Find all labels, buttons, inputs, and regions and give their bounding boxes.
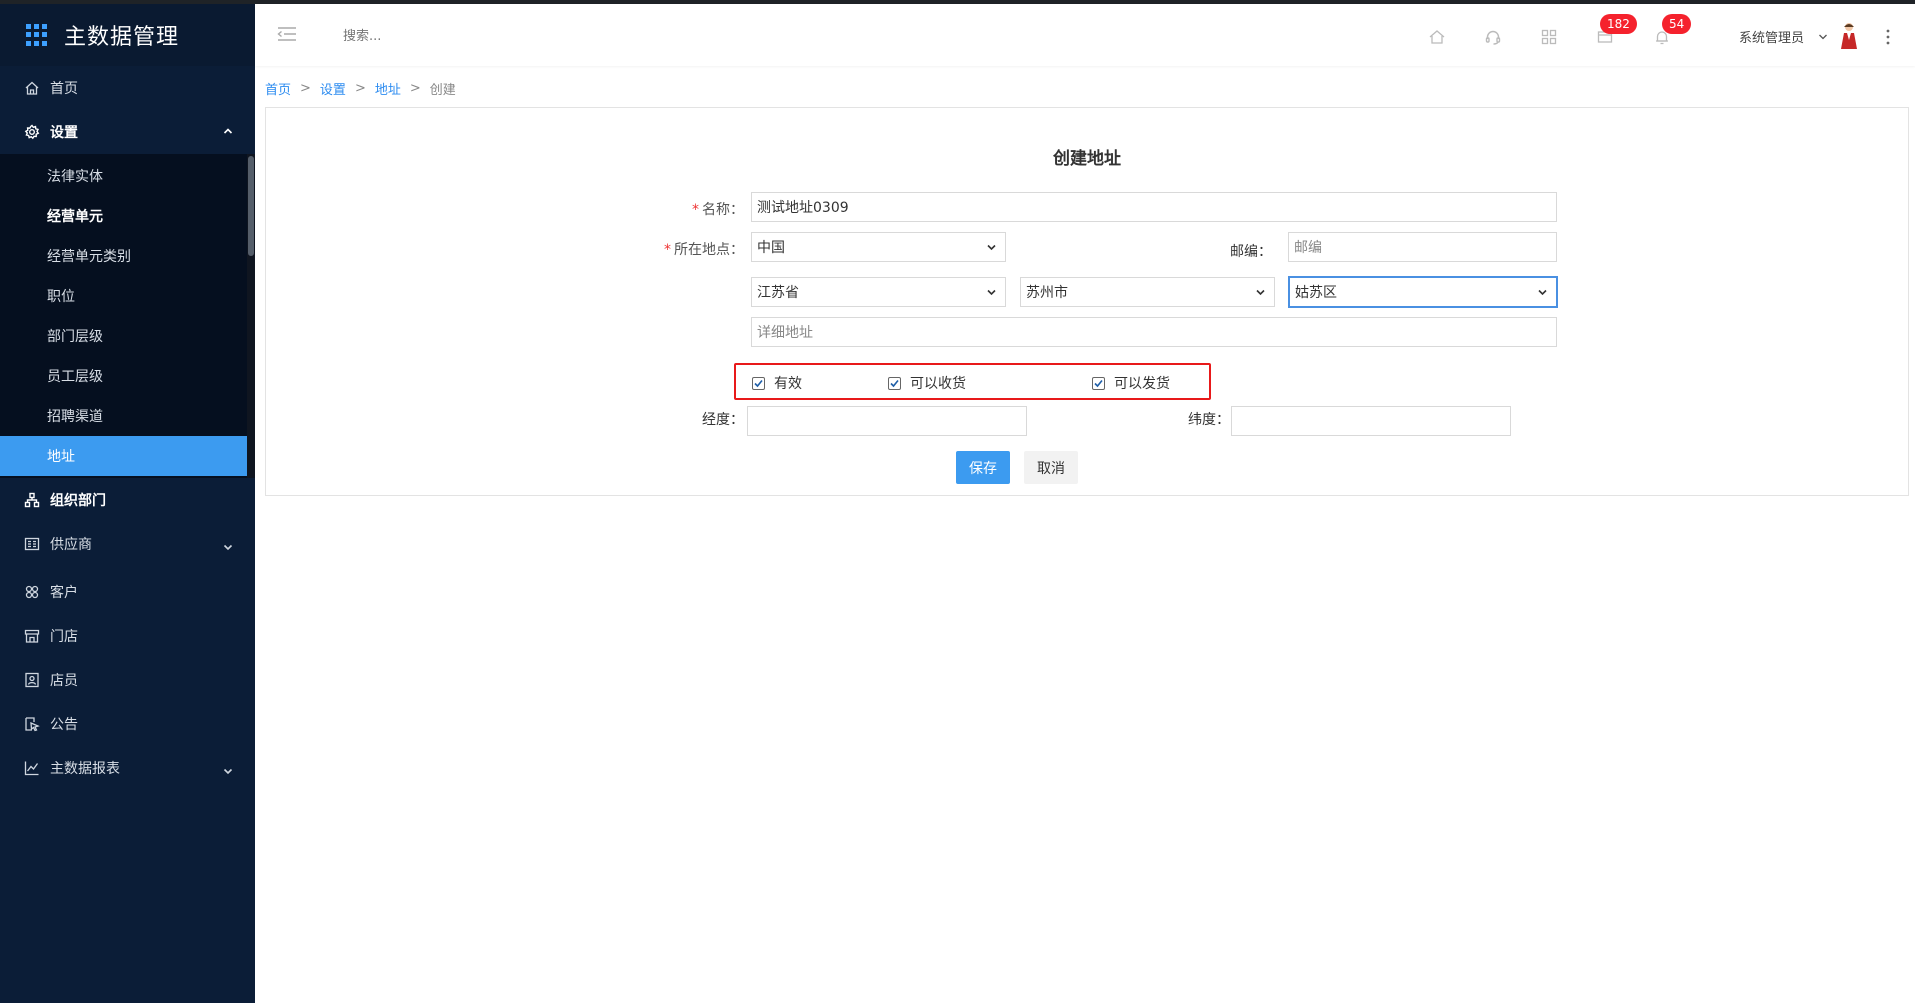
sidebar: 主数据管理 首页 设置 法律实体 经营单元 经营单元类别 职位 部门层级 员工层…: [0, 4, 255, 1003]
latitude-label: 纬度：: [1188, 412, 1230, 428]
chevron-down-icon: [1538, 289, 1547, 295]
menu-fold-icon[interactable]: [277, 26, 297, 42]
app-title: 主数据管理: [64, 25, 180, 50]
notifications-badge: 54: [1662, 14, 1692, 34]
home-icon[interactable]: [1428, 28, 1446, 46]
chevron-down-icon: [223, 544, 233, 551]
sidebar-item-label: 供应商: [50, 537, 92, 553]
sidebar-subitem-legal-entity[interactable]: 法律实体: [0, 156, 255, 196]
settings-submenu: 法律实体 经营单元 经营单元类别 职位 部门层级 员工层级 招聘渠道 地址: [0, 154, 255, 478]
app-logo[interactable]: 主数据管理: [0, 4, 255, 66]
breadcrumb-separator: >: [300, 81, 311, 96]
chevron-down-icon: [987, 244, 996, 250]
sidebar-item-label: 组织部门: [50, 493, 106, 509]
cancel-button[interactable]: 取消: [1024, 451, 1078, 484]
checkbox-box[interactable]: [888, 376, 901, 390]
breadcrumb-separator: >: [409, 81, 421, 96]
gear-icon: [24, 124, 40, 140]
chart-icon: [24, 760, 40, 776]
org-tree-icon: [24, 492, 40, 508]
chevron-down-icon: [223, 768, 233, 775]
chevron-down-icon[interactable]: [1818, 32, 1828, 42]
location-label: * 所在地点：: [664, 242, 744, 258]
breadcrumb-separator: >: [354, 81, 366, 96]
check-icon: [890, 379, 899, 387]
name-input[interactable]: 测试地址0309: [751, 192, 1557, 222]
customer-icon: [24, 584, 40, 600]
checkbox-label: 有效: [774, 376, 802, 392]
supplier-icon: [24, 536, 40, 552]
postcode-input[interactable]: 邮编: [1288, 232, 1557, 262]
checkbox-label: 可以发货: [1114, 376, 1170, 392]
sidebar-subitem-department-level[interactable]: 部门层级: [0, 316, 255, 356]
user-name[interactable]: 系统管理员: [1739, 27, 1804, 46]
top-header: 182 54 系统管理员: [255, 4, 1915, 66]
staff-icon: [24, 672, 40, 688]
checkbox-valid[interactable]: 有效: [752, 373, 802, 393]
chevron-down-icon: [1256, 289, 1265, 295]
messages-badge: 182: [1600, 14, 1637, 34]
home-icon: [24, 80, 40, 96]
sidebar-item-label: 店员: [50, 673, 78, 689]
sidebar-subitem-employee-level[interactable]: 员工层级: [0, 356, 255, 396]
breadcrumb: 首页 > 设置 > 地址 > 创建: [265, 79, 456, 98]
store-icon: [24, 628, 40, 644]
sidebar-scrollbar-thumb[interactable]: [248, 156, 254, 256]
grid-icon[interactable]: [1540, 28, 1558, 46]
breadcrumb-current: 创建: [429, 83, 456, 98]
detail-address-input[interactable]: 详细地址: [751, 317, 1557, 347]
apps-grid-icon: [26, 24, 48, 46]
sidebar-subitem-position[interactable]: 职位: [0, 276, 255, 316]
breadcrumb-home[interactable]: 首页: [265, 79, 291, 98]
save-button[interactable]: 保存: [956, 451, 1010, 484]
sidebar-item-label: 客户: [50, 585, 78, 601]
district-select[interactable]: 姑苏区: [1289, 277, 1557, 307]
checkbox-can-ship[interactable]: 可以发货: [1092, 373, 1170, 393]
check-icon: [754, 379, 763, 387]
breadcrumb-address[interactable]: 地址: [375, 79, 401, 98]
sidebar-scrollbar[interactable]: [247, 154, 255, 478]
checkbox-can-receive[interactable]: 可以收货: [888, 373, 966, 393]
sidebar-subitem-business-unit[interactable]: 经营单元: [0, 196, 255, 236]
checkbox-box[interactable]: [752, 376, 765, 390]
chevron-down-icon: [987, 289, 996, 295]
more-vertical-icon[interactable]: [1885, 28, 1891, 46]
sidebar-item-supplier[interactable]: 供应商: [0, 522, 255, 566]
province-select[interactable]: 江苏省: [751, 277, 1006, 307]
sidebar-item-label: 设置: [50, 125, 78, 141]
longitude-label: 经度：: [702, 412, 744, 428]
sidebar-item-home[interactable]: 首页: [0, 66, 255, 110]
postcode-label: 邮编：: [1230, 244, 1272, 260]
latitude-input[interactable]: [1231, 406, 1511, 436]
country-select[interactable]: 中国: [751, 232, 1006, 262]
sidebar-item-store[interactable]: 门店: [0, 614, 255, 658]
city-select[interactable]: 苏州市: [1020, 277, 1275, 307]
sidebar-item-announcement[interactable]: 公告: [0, 702, 255, 746]
sidebar-item-master-data-report[interactable]: 主数据报表: [0, 746, 255, 790]
breadcrumb-settings[interactable]: 设置: [320, 79, 346, 98]
longitude-input[interactable]: [747, 406, 1027, 436]
sidebar-item-label: 公告: [50, 717, 78, 733]
sidebar-item-staff[interactable]: 店员: [0, 658, 255, 702]
checkbox-label: 可以收货: [910, 376, 966, 392]
check-icon: [1094, 379, 1103, 387]
sidebar-subitem-recruit-channel[interactable]: 招聘渠道: [0, 396, 255, 436]
avatar[interactable]: [1838, 22, 1860, 50]
sidebar-item-settings[interactable]: 设置: [0, 110, 255, 154]
sidebar-item-label: 首页: [50, 81, 78, 97]
sidebar-item-label: 门店: [50, 629, 78, 645]
search-input[interactable]: [343, 24, 563, 48]
chevron-up-icon: [223, 128, 233, 134]
checkbox-box[interactable]: [1092, 376, 1105, 390]
sidebar-item-customer[interactable]: 客户: [0, 570, 255, 614]
sidebar-subitem-business-unit-category[interactable]: 经营单元类别: [0, 236, 255, 276]
headset-icon[interactable]: [1484, 28, 1502, 46]
sidebar-item-org-department[interactable]: 组织部门: [0, 478, 255, 522]
sidebar-subitem-address[interactable]: 地址: [0, 436, 247, 476]
announcement-icon: [24, 716, 40, 732]
name-label: * 名称：: [692, 202, 744, 218]
sidebar-item-label: 主数据报表: [50, 761, 120, 777]
page-title: 创建地址: [1053, 149, 1121, 169]
